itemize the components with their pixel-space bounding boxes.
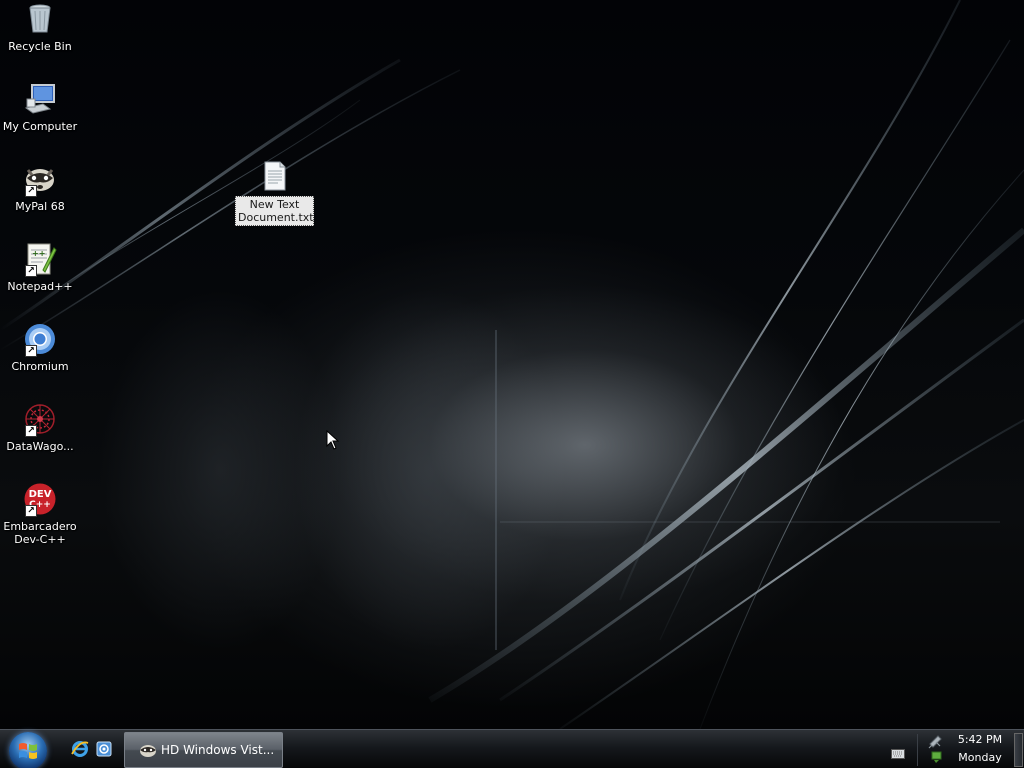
wallpaper-light-streaks <box>0 0 1024 729</box>
file-name-line2: Document.txt <box>238 211 314 224</box>
devcpp-icon: DEV C++ ↗ <box>23 482 57 517</box>
svg-text:++: ++ <box>32 249 45 258</box>
datawagon-icon: ↗ <box>23 402 57 437</box>
notepadpp-icon: ++ ↗ <box>23 242 57 277</box>
shortcut-arrow-icon: ↗ <box>25 505 37 517</box>
desktop-icon-label: Recycle Bin <box>8 40 72 53</box>
desktop-icon-label: DataWago... <box>6 440 74 453</box>
shortcut-arrow-icon: ↗ <box>25 345 37 357</box>
show-desktop-button[interactable] <box>1014 733 1023 767</box>
recycle-bin-icon <box>23 2 57 36</box>
desktop-icon-mypal[interactable]: ↗ MyPal 68 <box>1 162 79 213</box>
chromium-icon: ↗ <box>23 322 57 357</box>
file-name-label: New Text Document.txt <box>235 196 314 226</box>
keyboard-icon[interactable] <box>891 744 905 759</box>
mouse-pointer-icon <box>326 430 340 450</box>
show-desktop-quicklaunch-icon[interactable] <box>95 740 113 758</box>
desktop-icon-devcpp[interactable]: DEV C++ ↗ Embarcadero Dev-C++ <box>1 482 79 546</box>
mypal-icon <box>139 741 157 759</box>
desktop-icon-recycle-bin[interactable]: Recycle Bin <box>1 2 79 53</box>
desktop-icon-label: MyPal 68 <box>15 200 65 213</box>
desktop[interactable]: Recycle Bin My Computer ↗ MyPal 68 ++ ↗ … <box>0 0 1024 729</box>
taskbar-button-hd-windows-vista[interactable]: HD Windows Vist... <box>124 732 283 768</box>
file-name-line1: New Text <box>249 198 300 211</box>
desktop-icon-label: Embarcadero Dev-C++ <box>3 520 77 546</box>
internet-explorer-icon[interactable] <box>71 740 89 758</box>
mypal-icon: ↗ <box>23 162 57 197</box>
desktop-icon-label: Chromium <box>11 360 69 373</box>
desktop-icon-datawagon[interactable]: ↗ DataWago... <box>1 402 79 453</box>
text-file-icon <box>263 161 287 191</box>
shortcut-arrow-icon: ↗ <box>25 425 37 437</box>
desktop-file-new-text-document[interactable]: New Text Document.txt <box>235 161 314 226</box>
clock-time[interactable]: 5:42 PM <box>950 733 1010 746</box>
windows-logo-icon <box>19 743 37 759</box>
shortcut-arrow-icon: ↗ <box>25 185 37 197</box>
desktop-icon-label: My Computer <box>2 120 78 133</box>
my-computer-icon <box>23 82 57 116</box>
desktop-icon-label: Notepad++ <box>7 280 73 293</box>
desktop-icon-chromium[interactable]: ↗ Chromium <box>1 322 79 373</box>
taskbar: HD Windows Vist... 5:42 PM Monday <box>0 729 1024 768</box>
start-button[interactable] <box>9 732 47 768</box>
shortcut-arrow-icon: ↗ <box>25 265 37 277</box>
network-icon[interactable] <box>926 734 944 764</box>
taskbar-button-label: HD Windows Vist... <box>161 743 275 757</box>
clock-day[interactable]: Monday <box>950 751 1010 764</box>
desktop-icon-my-computer[interactable]: My Computer <box>1 82 79 133</box>
devcpp-badge-text: DEV <box>29 489 52 500</box>
desktop-icon-notepadpp[interactable]: ++ ↗ Notepad++ <box>1 242 79 293</box>
tray-divider <box>917 734 918 766</box>
